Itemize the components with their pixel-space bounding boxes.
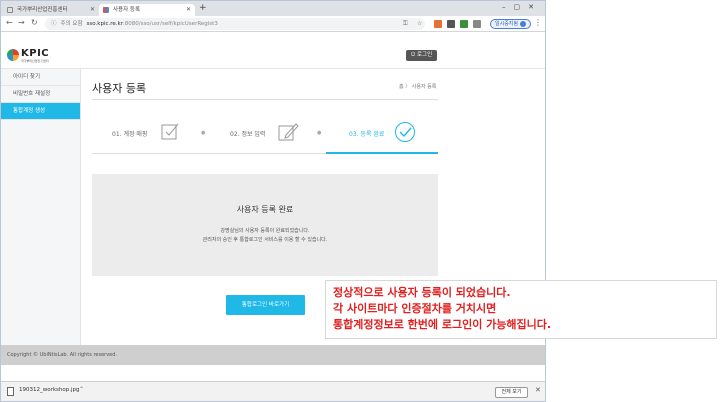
chevron-up-icon[interactable]: ⌃ [79, 386, 84, 393]
kpic-favicon-icon [103, 7, 109, 13]
show-all-downloads-button[interactable]: 전체 보기 [495, 387, 528, 398]
logo-name: KPIC [21, 48, 50, 59]
step-separator-icon: ● [201, 130, 206, 136]
logo-subtitle: 국가뿌리산업진흥센터 [21, 59, 49, 63]
breadcrumb: 홈 〉 사용자 등록 [399, 84, 437, 90]
step-label: 02. 정보 입력 [230, 131, 266, 138]
download-file-name[interactable]: 190312_workshop.jpg [19, 387, 80, 393]
browser-window: 국가뿌리산업진흥센터 ✕ 사용자 등록 ✕ + –▢✕ ← → ↻ ⓘ 주의 요함… [0, 0, 546, 402]
tab-kpic-home[interactable]: 국가뿌리산업진흥센터 ✕ [3, 4, 99, 16]
sidebar-item-reset-password[interactable]: 비밀번호 재설정 [1, 86, 80, 103]
tab-title: 사용자 등록 [113, 7, 141, 13]
tab-user-register[interactable]: 사용자 등록 ✕ [99, 4, 195, 16]
forward-arrow-icon[interactable]: → [18, 18, 25, 27]
completion-panel: 사용자 등록 완료 강명실님의 사용자 등록이 완료되었습니다. 관리자의 승인… [92, 174, 438, 276]
sidebar: 아이디 찾기 비밀번호 재설정 통합계정 생성 [1, 69, 81, 345]
annotation-callout: 정상적으로 사용자 등록이 되었습니다. 각 사이트마다 인증절차를 거치시면 … [325, 280, 717, 339]
page-title: 사용자 등록 [92, 82, 147, 95]
annotation-line: 통합계정정보로 한번에 로그인이 가능해집니다. [333, 318, 552, 331]
close-icon[interactable]: ✕ [535, 386, 541, 394]
url-host: sso.kpic.re.kr [86, 21, 123, 27]
menu-icon[interactable]: ⋮ [534, 18, 542, 27]
extension-icon[interactable] [447, 20, 455, 28]
step-label: 03. 등록 완료 [349, 131, 385, 138]
step-registration-complete: 03. 등록 완료 [326, 115, 438, 154]
step-indicator: 01. 계정 매핑 ● 02. 정보 입력 ● 03. 등록 완료 [92, 115, 438, 154]
divider [92, 99, 438, 100]
site-footer: Copyright © UbiNtisLab. All rights reser… [1, 345, 545, 365]
annotation-line: 정상적으로 사용자 등록이 되었습니다. [333, 286, 511, 299]
breadcrumb-current: 사용자 등록 [411, 84, 437, 90]
window-controls[interactable]: –▢✕ [502, 3, 542, 11]
extension-icon[interactable] [434, 20, 442, 28]
security-label: 주의 요함 [60, 21, 83, 27]
file-icon [7, 387, 14, 396]
download-bar: 190312_workshop.jpg ⌃ 전체 보기 ✕ [1, 381, 545, 401]
key-icon[interactable]: ⚿ [403, 20, 408, 28]
check-circle-icon [395, 122, 415, 142]
login-button[interactable]: ⏻ 로그인 [406, 50, 437, 61]
url-path: :8080/sso/usr/self/kpicUserRegist3 [122, 21, 218, 27]
avatar [520, 20, 527, 27]
breadcrumb-home[interactable]: 홈 [399, 84, 404, 90]
checkbox-icon [161, 123, 179, 140]
power-icon: ⏻ [410, 52, 416, 58]
approval-notice: 관리자의 승인 후 통합로그인 서비스를 이용 할 수 있습니다. [202, 237, 328, 243]
close-icon[interactable]: ✕ [186, 4, 191, 16]
completion-title: 사용자 등록 완료 [236, 205, 294, 214]
step-info-input: 02. 정보 입력 [207, 115, 307, 153]
site-logo[interactable]: KPIC 국가뿌리산업진흥센터 [7, 48, 67, 65]
sidebar-item-find-id[interactable]: 아이디 찾기 [1, 69, 80, 86]
page-icon [7, 7, 13, 13]
site-header: KPIC 국가뿌리산업진흥센터 ⏻ 로그인 [1, 32, 545, 69]
new-tab-button[interactable]: + [199, 3, 207, 13]
browser-toolbar: ← → ↻ ⓘ 주의 요함 sso.kpic.re.kr:8080/sso/usr/… [1, 16, 545, 32]
step-separator-icon: ● [317, 130, 322, 136]
completion-message: 강명실님의 사용자 등록이 완료되었습니다. [220, 228, 310, 234]
tab-title: 국가뿌리산업진흥센터 [17, 7, 68, 13]
profile-label: 일시중지됨 [495, 21, 519, 27]
annotation-line: 각 사이트마다 인증절차를 거치시면 [333, 302, 497, 315]
profile-button[interactable]: 일시중지됨 [490, 19, 532, 29]
go-to-sso-login-button[interactable]: 통합로그인 바로가기 [226, 295, 305, 315]
extension-icon[interactable] [460, 20, 468, 28]
tab-strip: 국가뿌리산업진흥센터 ✕ 사용자 등록 ✕ + –▢✕ [1, 1, 545, 16]
edit-icon [278, 123, 299, 141]
login-label: 로그인 [416, 52, 433, 58]
address-bar[interactable]: ⓘ 주의 요함 sso.kpic.re.kr:8080/sso/usr/self/k… [45, 18, 425, 30]
step-account-mapping: 01. 계정 매핑 [92, 115, 192, 153]
close-icon[interactable]: ✕ [90, 4, 95, 16]
kpic-logo-icon [7, 49, 19, 61]
step-label: 01. 계정 매핑 [112, 131, 148, 138]
back-arrow-icon[interactable]: ← [6, 18, 13, 27]
star-icon[interactable]: ☆ [417, 20, 422, 27]
info-icon: ⓘ [51, 21, 57, 27]
sidebar-item-create-account[interactable]: 통합계정 생성 [1, 103, 80, 120]
reload-icon[interactable]: ↻ [31, 18, 38, 27]
extension-icon[interactable] [473, 20, 481, 28]
